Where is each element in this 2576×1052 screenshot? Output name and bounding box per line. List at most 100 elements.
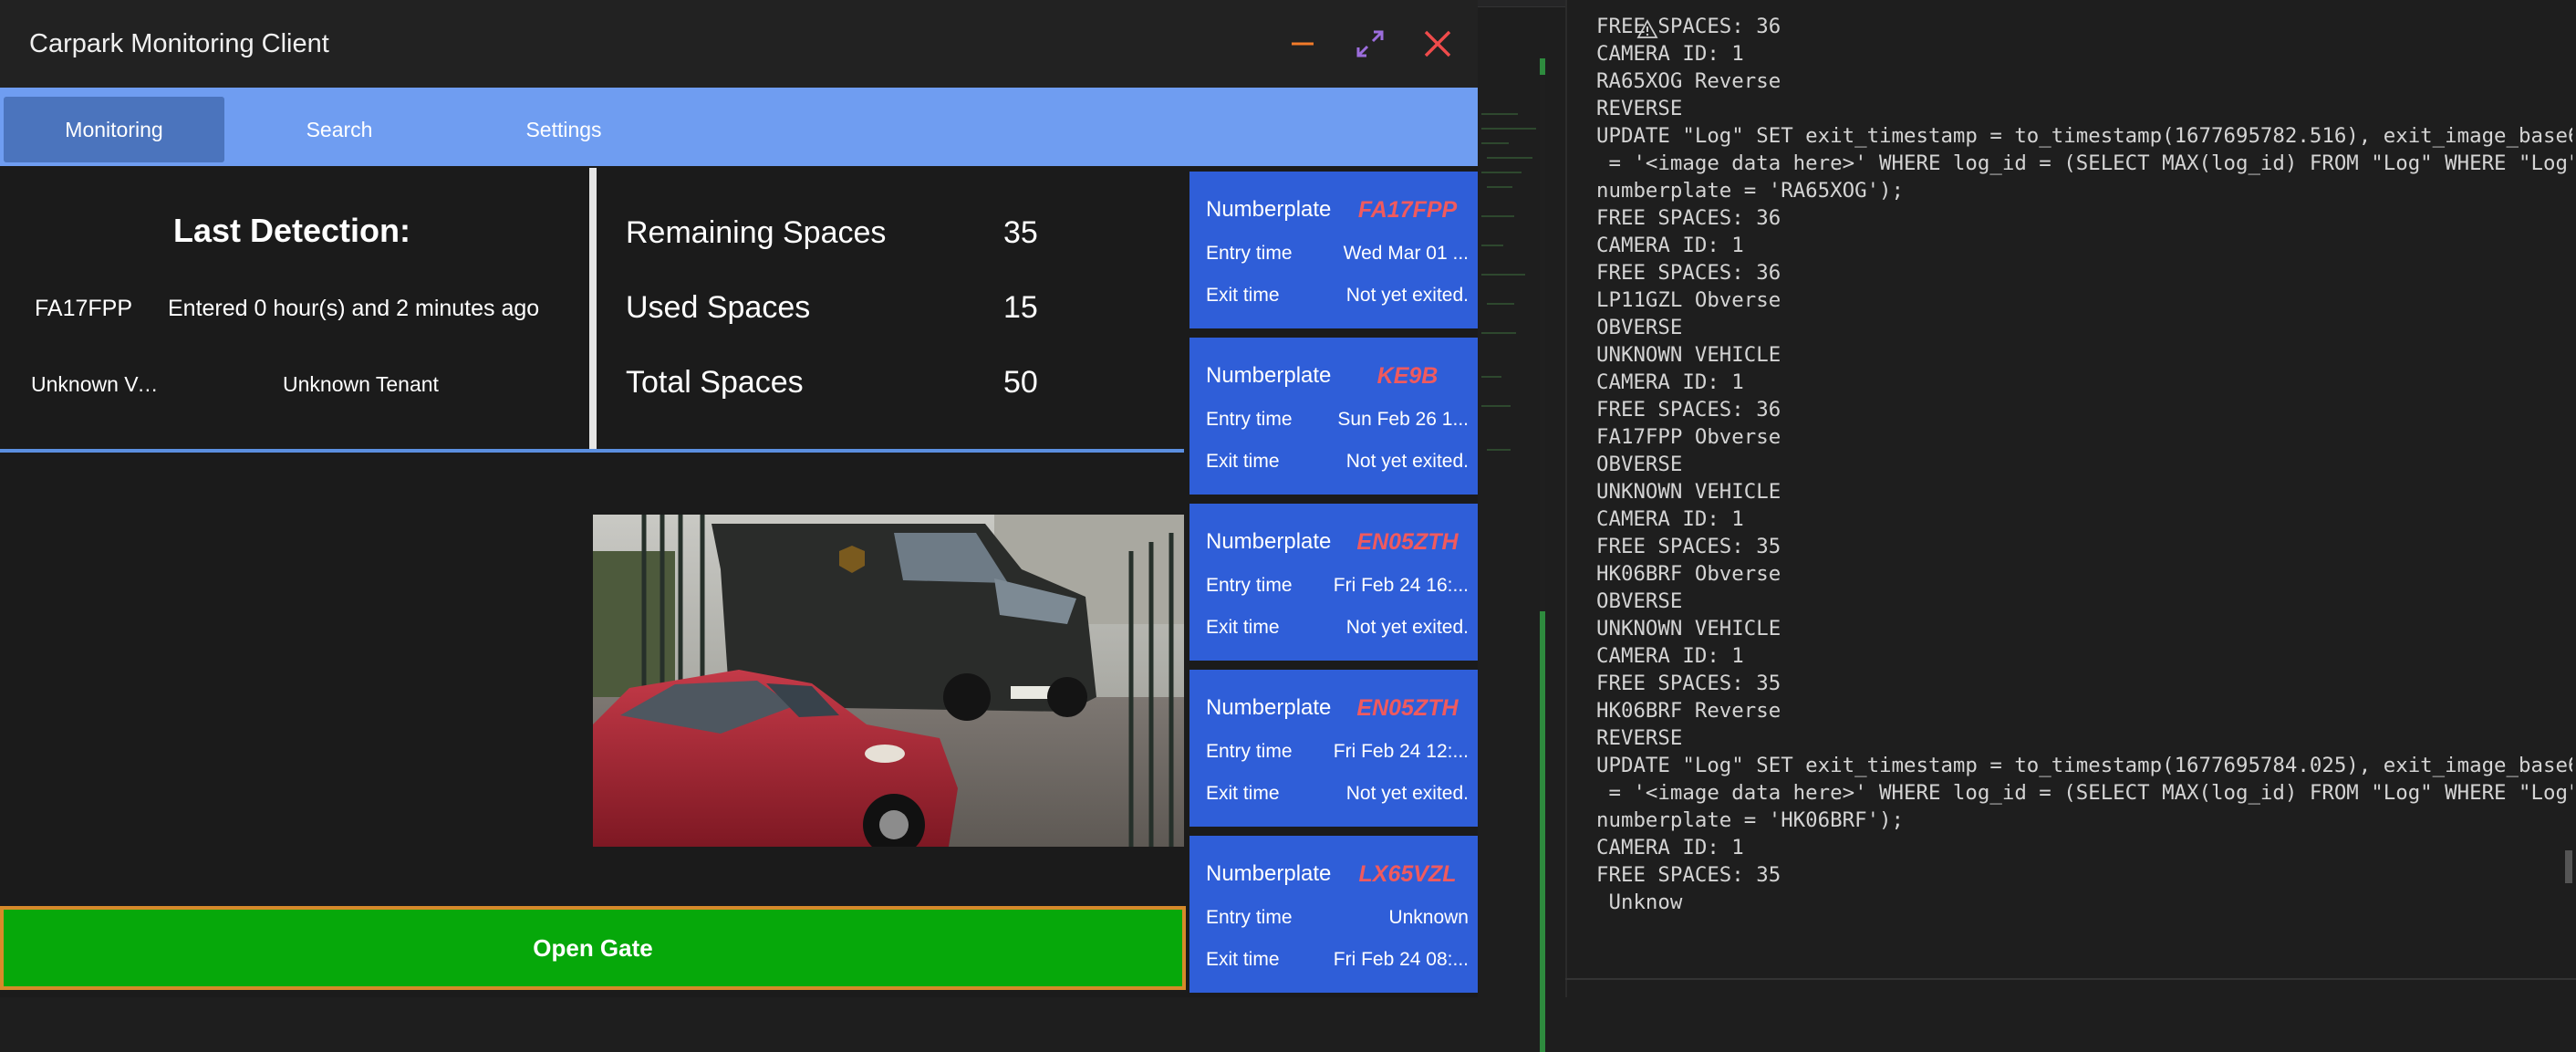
terminal-status-divider (1565, 978, 2576, 980)
terminal-line: numberplate = 'RA65XOG'); (1596, 179, 1905, 203)
numberplate-value: EN05ZTH (1356, 529, 1459, 555)
exit-time-value: Not yet exited. (1345, 783, 1469, 804)
exit-time-label: Exit time (1206, 285, 1280, 306)
panel-divider (589, 168, 597, 449)
terminal-line: UPDATE "Log" SET exit_timestamp = to_tim… (1596, 754, 2572, 777)
terminal-line: = '<image data here>' WHERE log_id = (SE… (1596, 151, 2572, 175)
terminal-output: FREE SPACES: 36 CAMERA ID: 1 RA65XOG Rever… (1596, 13, 2572, 916)
section-divider (0, 449, 1184, 453)
log-card[interactable]: Numberplate EN05ZTH Entry time Fri Feb 24 1… (1189, 504, 1478, 661)
open-gate-button[interactable]: Open Gate (0, 906, 1186, 990)
terminal-line: CAMERA ID: 1 (1596, 234, 1744, 257)
maximize-button[interactable] (1346, 20, 1394, 68)
last-detection-entered: Entered 0 hour(s) and 2 minutes ago (168, 296, 540, 321)
terminal-line: HK06BRF Reverse (1596, 699, 1781, 723)
log-card[interactable]: Numberplate FA17FPP Entry time Wed Mar 01 .… (1189, 172, 1478, 328)
terminal-line: CAMERA ID: 1 (1596, 836, 1744, 859)
entry-time-value: Sun Feb 26 1... (1337, 409, 1469, 430)
numberplate-label: Numberplate (1206, 197, 1332, 222)
used-spaces-label: Used Spaces (626, 290, 811, 325)
window-title: Carpark Monitoring Client (29, 29, 329, 58)
terminal-line: Unknow (1596, 891, 1683, 914)
numberplate-value: KE9B (1376, 363, 1439, 389)
entry-time-value: Unknown (1388, 907, 1469, 928)
terminal-line: CAMERA ID: 1 (1596, 370, 1744, 394)
exit-time-value: Not yet exited. (1345, 451, 1469, 472)
terminal-line: UPDATE "Log" SET exit_timestamp = to_tim… (1596, 124, 2572, 148)
terminal-line: FREE SPACES: 35 (1596, 535, 1781, 558)
numberplate-value: EN05ZTH (1356, 695, 1459, 721)
last-detection-vehicle: Unknown Vehicle (31, 372, 163, 396)
entry-time-label: Entry time (1206, 409, 1293, 430)
background-editor-scrollbar (1540, 55, 1545, 1052)
minimize-button[interactable] (1279, 20, 1326, 68)
entry-time-label: Entry time (1206, 575, 1293, 596)
terminal-line: = '<image data here>' WHERE log_id = (SE… (1596, 781, 2572, 805)
numberplate-label: Numberplate (1206, 363, 1332, 388)
tab-search[interactable]: Search (239, 97, 440, 162)
terminal-line: REVERSE (1596, 97, 1683, 120)
close-button[interactable] (1414, 20, 1461, 68)
terminal-line: UNKNOWN VEHICLE (1596, 480, 1781, 504)
detection-log-list[interactable]: Numberplate FA17FPP Entry time Wed Mar 01 .… (1189, 168, 1478, 997)
exit-time-label: Exit time (1206, 783, 1280, 804)
terminal-line: FREE SPACES: 35 (1596, 863, 1781, 887)
terminal-line: CAMERA ID: 1 (1596, 507, 1744, 531)
title-bar[interactable]: Carpark Monitoring Client (0, 0, 1478, 88)
exit-time-label: Exit time (1206, 949, 1280, 970)
terminal-line: OBVERSE (1596, 453, 1683, 476)
log-card[interactable]: Numberplate LX65VZL Entry time Unknown Exit … (1189, 836, 1478, 993)
numberplate-label: Numberplate (1206, 695, 1332, 720)
last-detection-heading: Last Detection: (172, 212, 411, 249)
terminal-line: OBVERSE (1596, 316, 1683, 339)
terminal-line: FREE SPACES: 36 (1596, 261, 1781, 285)
tab-settings[interactable]: Settings (462, 97, 666, 162)
exit-time-label: Exit time (1206, 617, 1280, 638)
minimize-icon (1292, 42, 1314, 46)
remaining-spaces-value: 35 (1003, 215, 1038, 250)
entry-time-value: Wed Mar 01 ... (1343, 243, 1469, 264)
log-card[interactable]: Numberplate KE9B Entry time Sun Feb 26 1...… (1189, 338, 1478, 495)
terminal-line: FREE SPACES: 36 (1596, 206, 1781, 230)
last-detection-plate: FA17FPP (35, 296, 132, 321)
numberplate-value: LX65VZL (1358, 861, 1457, 887)
exit-time-value: Not yet exited. (1345, 285, 1469, 306)
carpark-monitoring-window: Carpark Monitoring Client Monitoring Sea… (0, 0, 1478, 997)
numberplate-value: FA17FPP (1357, 197, 1458, 223)
terminal-line: FREE SPACES: 35 (1596, 672, 1781, 695)
total-spaces-value: 50 (1003, 365, 1038, 400)
entry-time-label: Entry time (1206, 741, 1293, 762)
close-icon (1424, 30, 1451, 57)
total-spaces-label: Total Spaces (626, 365, 804, 400)
terminal-line: RA65XOG Reverse (1596, 69, 1781, 93)
tab-monitoring[interactable]: Monitoring (4, 97, 224, 162)
terminal-line: UNKNOWN VEHICLE (1596, 343, 1781, 367)
entry-time-label: Entry time (1206, 907, 1293, 928)
terminal-panel[interactable]: FREE SPACES: 36 CAMERA ID: 1 RA65XOG Rever… (1565, 0, 2576, 997)
last-detection-panel: Last Detection: FA17FPP Entered 0 hour(s… (0, 168, 589, 449)
camera-snapshot-image (593, 515, 1184, 847)
terminal-line: OBVERSE (1596, 589, 1683, 613)
numberplate-label: Numberplate (1206, 861, 1332, 886)
background-editor-minimap (1478, 36, 1565, 997)
entry-time-label: Entry time (1206, 243, 1293, 264)
terminal-line: UNKNOWN VEHICLE (1596, 617, 1781, 641)
exit-time-value: Fri Feb 24 08:... (1333, 949, 1469, 970)
terminal-line: CAMERA ID: 1 (1596, 42, 1744, 66)
last-detection-tenant: Unknown Tenant (283, 372, 439, 396)
warning-icon[interactable] (1636, 18, 1658, 40)
terminal-line: FA17FPP Obverse (1596, 425, 1781, 449)
terminal-line: FREE SPACES: 36 (1596, 398, 1781, 422)
terminal-line: HK06BRF Obverse (1596, 562, 1781, 586)
terminal-scrollbar[interactable] (2565, 850, 2572, 883)
terminal-line: CAMERA ID: 1 (1596, 644, 1744, 668)
exit-time-value: Not yet exited. (1345, 617, 1469, 638)
numberplate-label: Numberplate (1206, 529, 1332, 554)
entry-time-value: Fri Feb 24 16:... (1333, 575, 1469, 596)
exit-time-label: Exit time (1206, 451, 1280, 472)
terminal-line: numberplate = 'HK06BRF'); (1596, 808, 1905, 832)
used-spaces-value: 15 (1003, 290, 1038, 325)
navigation-bar: Monitoring Search Settings (0, 88, 1478, 166)
log-card[interactable]: Numberplate EN05ZTH Entry time Fri Feb 24 1… (1189, 670, 1478, 827)
terminal-line: FREE SPACES: 36 (1596, 15, 1781, 38)
